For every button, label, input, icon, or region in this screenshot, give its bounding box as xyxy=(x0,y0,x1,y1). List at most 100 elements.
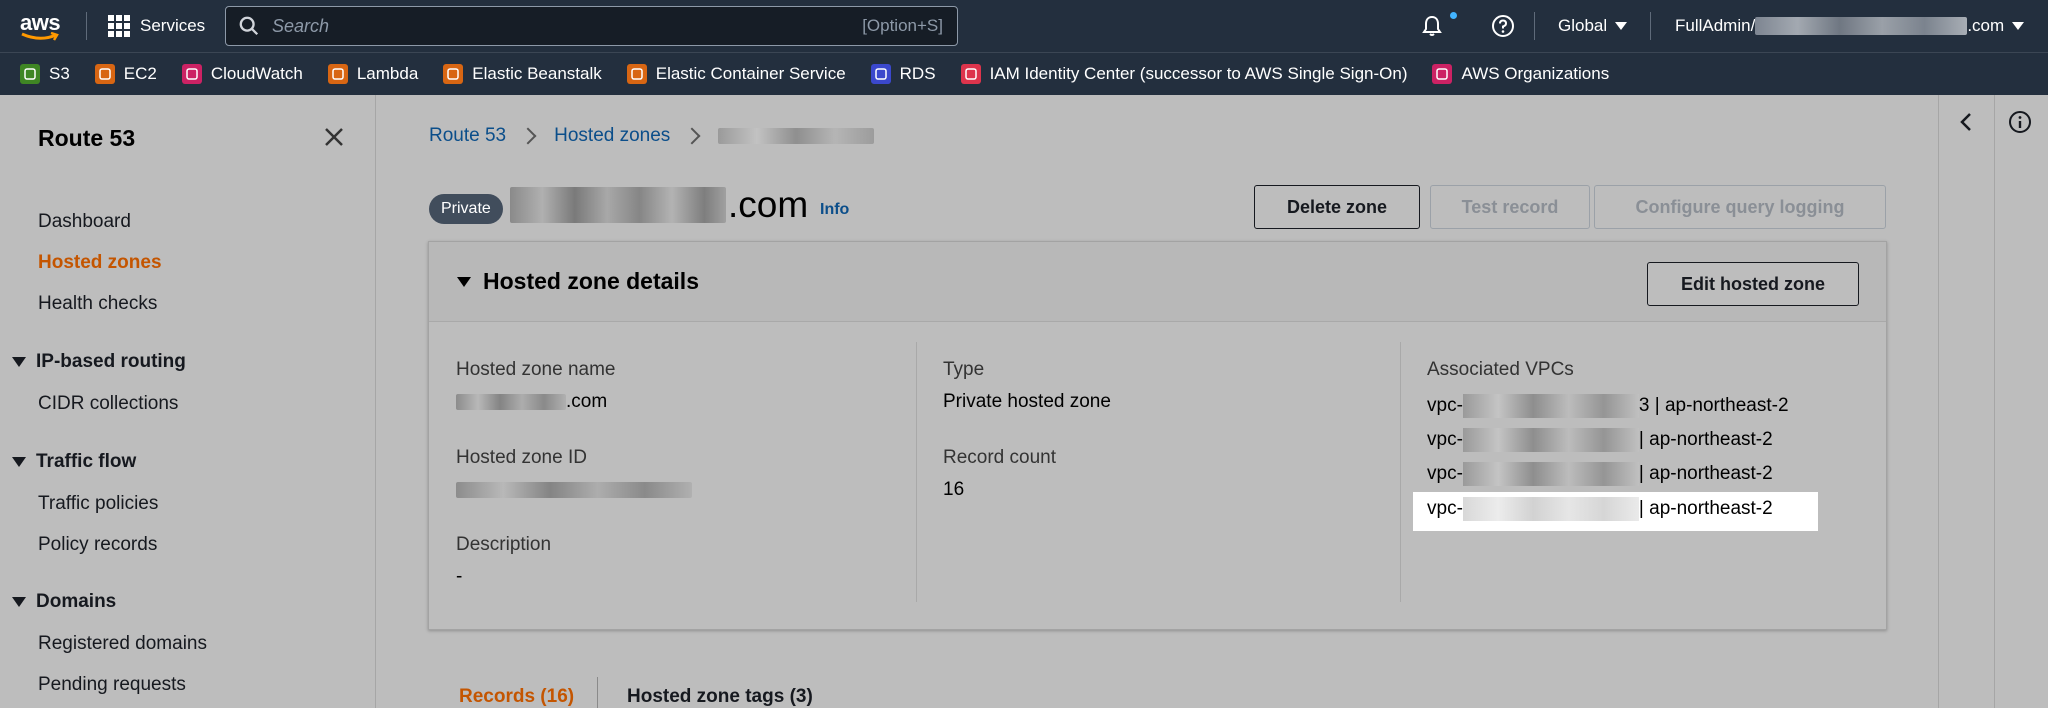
favorite-iam-identity-center[interactable]: IAM Identity Center (successor to AWS Si… xyxy=(960,64,1407,84)
redacted-breadcrumb-zone xyxy=(718,128,875,144)
section-label: Domains xyxy=(36,591,117,612)
sidebar-item-traffic-policies[interactable]: Traffic policies xyxy=(38,493,158,515)
section-label: IP-based routing xyxy=(36,351,186,372)
tab-hosted-zone-tags[interactable]: Hosted zone tags (3) xyxy=(627,686,813,708)
organizations-icon xyxy=(1432,64,1453,84)
caret-down-icon xyxy=(457,276,471,287)
sidebar-item-dashboard[interactable]: Dashboard xyxy=(38,211,131,233)
favorite-label: EC2 xyxy=(123,64,157,83)
search-bar[interactable]: Search [Option+S] xyxy=(225,6,958,46)
favorite-lambda[interactable]: Lambda xyxy=(327,64,419,84)
vpc-prefix: vpc- xyxy=(1427,429,1463,450)
hosted-zone-name-value: .com xyxy=(456,391,607,413)
favorite-ec2[interactable]: EC2 xyxy=(94,64,157,84)
hosted-zone-id-label: Hosted zone ID xyxy=(456,447,587,468)
vpc-prefix: vpc- xyxy=(1427,463,1463,484)
favorite-s3[interactable]: S3 xyxy=(20,64,70,84)
search-icon xyxy=(239,16,259,36)
ecs-icon xyxy=(626,64,647,84)
sidebar-item-registered-domains[interactable]: Registered domains xyxy=(38,633,207,655)
vpc-row-highlighted: vpc- | ap-northeast-2 xyxy=(1427,497,1773,521)
region-selector[interactable]: Global xyxy=(1558,0,1628,52)
vpc-prefix: vpc- xyxy=(1427,498,1463,519)
vpc-row: vpc- 3 | ap-northeast-2 xyxy=(1427,394,1789,418)
vpc-row: vpc- | ap-northeast-2 xyxy=(1427,462,1773,486)
redacted-account xyxy=(1755,17,1968,35)
info-link[interactable]: Info xyxy=(820,201,849,219)
tab-records[interactable]: Records (16) xyxy=(459,686,574,708)
caret-down-icon xyxy=(12,457,26,467)
caret-down-icon xyxy=(1615,22,1628,30)
breadcrumb-route53[interactable]: Route 53 xyxy=(429,125,506,147)
breadcrumb: Route 53 Hosted zones xyxy=(429,125,875,147)
tab-divider xyxy=(597,677,598,708)
notifications-bell-icon[interactable] xyxy=(1420,14,1444,38)
services-label: Services xyxy=(140,16,206,35)
record-count-value: 16 xyxy=(943,479,965,500)
zone-suffix: .com xyxy=(728,184,809,225)
help-icon[interactable] xyxy=(1491,14,1515,38)
hosted-zone-id-value xyxy=(456,479,692,501)
caret-down-icon xyxy=(12,597,26,607)
notification-dot xyxy=(1450,12,1457,19)
favorite-ecs[interactable]: Elastic Container Service xyxy=(626,64,846,84)
favorite-label: Lambda xyxy=(356,64,419,83)
grid-icon xyxy=(108,15,130,37)
search-input[interactable]: Search xyxy=(272,16,862,37)
breadcrumb-hosted-zones[interactable]: Hosted zones xyxy=(554,125,670,147)
account-suffix: .com xyxy=(1967,16,2005,35)
panel-header: Hosted zone details Edit hosted zone xyxy=(429,242,1886,322)
aws-logo[interactable]: aws xyxy=(18,10,64,42)
redacted-vpc-id xyxy=(1462,462,1639,486)
info-icon[interactable] xyxy=(2008,110,2032,134)
panel-toggle[interactable]: Hosted zone details xyxy=(457,268,699,295)
chevron-right-icon xyxy=(519,127,537,145)
favorite-organizations[interactable]: AWS Organizations xyxy=(1432,64,1609,84)
lambda-icon xyxy=(327,64,348,84)
rail-divider xyxy=(1938,95,1939,708)
top-navigation: aws Services Search [Option+S] Global Fu… xyxy=(0,0,2048,52)
services-menu[interactable]: Services xyxy=(108,0,205,52)
page-title: .com xyxy=(510,184,808,226)
favorite-label: AWS Organizations xyxy=(1461,64,1610,83)
iam-identity-center-icon xyxy=(960,64,981,84)
vpc-region: | ap-northeast-2 xyxy=(1638,429,1773,450)
edit-hosted-zone-button[interactable]: Edit hosted zone xyxy=(1647,262,1859,306)
description-value: - xyxy=(456,566,463,587)
sidebar-item-hosted-zones[interactable]: Hosted zones xyxy=(38,252,162,274)
sidebar-item-pending-requests[interactable]: Pending requests xyxy=(38,674,186,696)
favorite-label: CloudWatch xyxy=(210,64,303,83)
close-icon[interactable] xyxy=(322,125,346,149)
favorite-rds[interactable]: RDS xyxy=(870,64,936,84)
favorite-cloudwatch[interactable]: CloudWatch xyxy=(181,64,303,84)
account-menu[interactable]: FullAdmin/ .com xyxy=(1675,0,2025,52)
search-shortcut: [Option+S] xyxy=(862,16,943,35)
sidebar-item-policy-records[interactable]: Policy records xyxy=(38,534,157,556)
test-record-button[interactable]: Test record xyxy=(1430,185,1590,229)
beanstalk-icon xyxy=(443,64,464,84)
vpc-region: 3 | ap-northeast-2 xyxy=(1638,395,1789,416)
favorite-label: Elastic Beanstalk xyxy=(472,64,602,83)
delete-zone-button[interactable]: Delete zone xyxy=(1254,185,1420,229)
sidebar-section-ip-routing[interactable]: IP-based routing xyxy=(12,351,186,373)
chevron-left-icon[interactable] xyxy=(1956,110,1976,134)
sidebar-item-health-checks[interactable]: Health checks xyxy=(38,293,157,315)
sidebar-section-traffic-flow[interactable]: Traffic flow xyxy=(12,451,136,473)
rds-icon xyxy=(870,64,891,84)
sidebar-item-cidr-collections[interactable]: CIDR collections xyxy=(38,393,178,415)
redacted-vpc-id xyxy=(1462,497,1639,521)
configure-query-logging-button[interactable]: Configure query logging xyxy=(1594,185,1886,229)
favorite-beanstalk[interactable]: Elastic Beanstalk xyxy=(443,64,602,84)
s3-icon xyxy=(20,64,40,84)
nav-divider xyxy=(1650,12,1651,40)
favorites-bar: S3 EC2 CloudWatch Lambda Elastic Beanstalk El… xyxy=(0,52,2048,95)
hosted-zone-details-panel: Hosted zone details Edit hosted zone Hos… xyxy=(428,241,1887,630)
favorite-label: Elastic Container Service xyxy=(655,64,846,83)
hosted-zone-name-label: Hosted zone name xyxy=(456,359,616,380)
favorite-label: S3 xyxy=(49,64,70,83)
aws-smile-icon xyxy=(21,32,59,41)
record-count-label: Record count xyxy=(943,447,1057,468)
sidebar-section-domains[interactable]: Domains xyxy=(12,591,116,613)
side-navigation: Route 53 Dashboard Hosted zones Health c… xyxy=(0,95,376,708)
region-label: Global xyxy=(1558,16,1608,35)
